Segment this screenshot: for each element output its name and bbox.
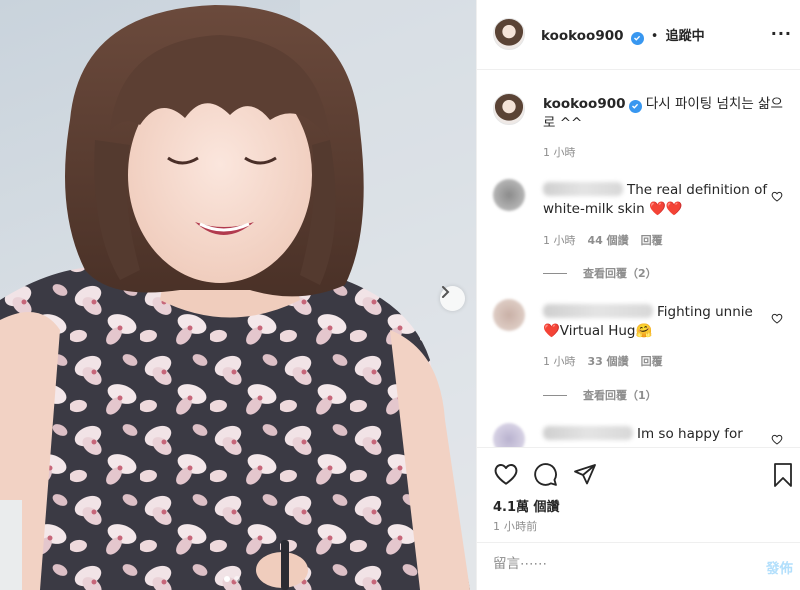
- post-photo[interactable]: [0, 0, 476, 590]
- post-timestamp: 1 小時前: [493, 520, 538, 533]
- next-photo-button[interactable]: [440, 286, 465, 311]
- comment-meta: 1 小時 44 個讚 回覆: [543, 232, 663, 248]
- avatar[interactable]: [493, 18, 525, 50]
- carousel-dot: [224, 576, 230, 582]
- comment-time: 1 小時: [543, 355, 576, 368]
- caption-time: 1 小時: [543, 146, 576, 159]
- comment-icon[interactable]: [533, 462, 558, 487]
- carousel-dot: [234, 576, 240, 582]
- replies-divider: [543, 272, 567, 274]
- comment-like-heart-icon[interactable]: [771, 313, 783, 324]
- view-replies-label: 查看回覆（1）: [583, 389, 657, 402]
- reply-button[interactable]: 回覆: [641, 353, 663, 369]
- chevron-right-icon: [442, 286, 450, 298]
- share-icon[interactable]: [573, 462, 597, 486]
- comment-username[interactable]: [543, 426, 633, 440]
- caption-avatar[interactable]: [493, 93, 525, 125]
- username-link[interactable]: kookoo900: [541, 28, 624, 44]
- caption-username[interactable]: kookoo900: [543, 96, 626, 112]
- post-header: kookoo900 • 追蹤中 ···: [477, 0, 800, 70]
- replies-divider: [543, 394, 567, 396]
- reply-button[interactable]: 回覆: [641, 232, 663, 248]
- post-actions: 4.1萬 個讚 1 小時前: [477, 447, 800, 542]
- comment-item: Im so happy for you: [543, 425, 768, 447]
- carousel-indicator: [224, 576, 240, 582]
- comment-avatar[interactable]: [493, 299, 525, 331]
- following-button[interactable]: 追蹤中: [666, 29, 705, 44]
- comment-username[interactable]: [543, 304, 653, 318]
- comment-avatar[interactable]: [493, 423, 525, 447]
- comment-avatar[interactable]: [493, 179, 525, 211]
- view-replies-label: 查看回覆（2）: [583, 267, 657, 280]
- comment-meta: 1 小時 33 個讚 回覆: [543, 353, 663, 369]
- post-details-panel: kookoo900 • 追蹤中 ··· kookoo900 다시 파이팅 넘치는…: [476, 0, 800, 590]
- bookmark-icon[interactable]: [773, 462, 793, 488]
- photo-illustration: [0, 0, 476, 590]
- view-replies-button[interactable]: 查看回覆（2）: [543, 265, 657, 281]
- comment-item: The real definition of white-milk skin ❤…: [543, 181, 768, 219]
- verified-badge-icon: [628, 99, 642, 113]
- comment-item: Fighting unnie ❤️Virtual Hug🤗: [543, 303, 768, 341]
- view-replies-button[interactable]: 查看回覆（1）: [543, 387, 657, 403]
- separator: •: [650, 29, 659, 44]
- more-options-icon[interactable]: ···: [771, 24, 792, 43]
- verified-badge-icon: [630, 31, 644, 45]
- post-comment-button[interactable]: 發佈: [766, 557, 793, 577]
- comment-like-heart-icon[interactable]: [771, 434, 783, 445]
- add-comment-section: 發佈: [477, 542, 800, 590]
- comment-likes[interactable]: 33 個讚: [588, 353, 629, 369]
- comment-likes[interactable]: 44 個讚: [588, 232, 629, 248]
- comment-like-heart-icon[interactable]: [771, 191, 783, 202]
- likes-count[interactable]: 4.1萬 個讚: [493, 496, 560, 515]
- caption: kookoo900 다시 파이팅 넘치는 삶으로 ^^: [543, 95, 793, 133]
- heart-icon[interactable]: [493, 462, 519, 486]
- comment-input[interactable]: [493, 556, 743, 572]
- comment-username[interactable]: [543, 182, 623, 196]
- comment-time: 1 小時: [543, 234, 576, 247]
- comments-list[interactable]: kookoo900 다시 파이팅 넘치는 삶으로 ^^ 1 小時 The rea…: [477, 71, 800, 447]
